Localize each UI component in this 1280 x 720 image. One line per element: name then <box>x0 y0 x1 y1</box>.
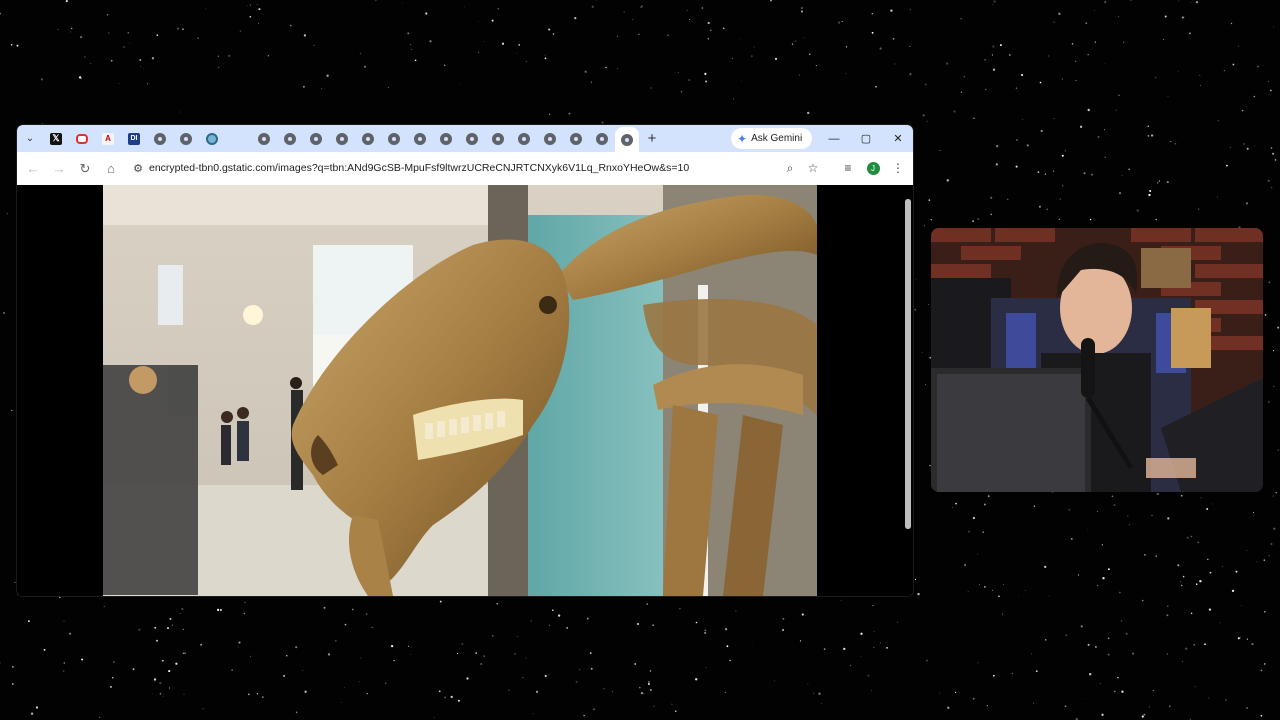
maximize-button[interactable]: ▢ <box>851 125 881 152</box>
menu-button[interactable]: ⋮ <box>887 156 909 180</box>
opera-icon <box>76 133 88 144</box>
zoom-button[interactable]: ⌕ <box>779 156 801 180</box>
globe-icon <box>388 132 400 145</box>
gemini-sparkle-icon: ✦ <box>737 131 748 146</box>
arrow-left-icon: ← <box>26 161 40 176</box>
tab[interactable] <box>173 125 199 152</box>
globe-icon <box>336 132 348 145</box>
globe-icon <box>492 132 504 145</box>
skeleton-photo <box>103 185 817 596</box>
arrow-right-icon: → <box>52 161 66 176</box>
star-icon: ☆ <box>807 161 819 175</box>
reading-list-icon: ≡ <box>844 161 852 175</box>
globe-icon <box>180 132 192 145</box>
page-scrollbar[interactable] <box>905 199 911 529</box>
page-viewport <box>17 185 913 596</box>
globe-icon <box>414 132 426 145</box>
chevron-down-icon: ⌄ <box>25 133 35 144</box>
globe-icon <box>466 132 478 145</box>
tab[interactable]: DI <box>121 125 147 152</box>
profile-button[interactable]: J <box>862 156 884 180</box>
tab[interactable] <box>459 125 485 152</box>
tab[interactable] <box>69 125 95 152</box>
tab[interactable]: 𝕏 <box>43 125 69 152</box>
site-info-icon[interactable]: ⚙ <box>127 162 149 175</box>
browser-toolbar: ← → ↻ ⌂ ⚙ encrypted-tbn0.gstatic.com/ima… <box>17 152 913 185</box>
home-icon: ⌂ <box>107 161 115 176</box>
wiki-icon <box>206 132 218 145</box>
tab-active[interactable] <box>615 127 639 152</box>
tab[interactable]: A <box>95 125 121 152</box>
reading-list-button[interactable]: ≡ <box>837 156 859 180</box>
home-button[interactable]: ⌂ <box>98 156 124 182</box>
tab[interactable] <box>277 125 303 152</box>
tab[interactable] <box>433 125 459 152</box>
tab[interactable] <box>199 125 225 152</box>
ask-gemini-button[interactable]: ✦ Ask Gemini <box>731 128 813 149</box>
webcam-overlay <box>931 228 1263 492</box>
globe-icon <box>154 132 166 145</box>
tab[interactable] <box>329 125 355 152</box>
minimize-button[interactable]: — <box>819 125 849 152</box>
tab-strip: ⌄ 𝕏 A DI + ✦ Ask Gemini — ▢ ✕ <box>17 125 913 152</box>
bookmark-button[interactable]: ☆ <box>802 156 824 180</box>
tab-search-button[interactable]: ⌄ <box>17 125 43 152</box>
globe-icon <box>310 132 322 145</box>
x-logo-icon: 𝕏 <box>50 132 62 145</box>
streamer-webcam-image <box>931 228 1263 492</box>
tab[interactable] <box>251 125 277 152</box>
wps-icon: A <box>102 132 114 145</box>
zoom-icon: ⌕ <box>786 160 794 175</box>
tab[interactable] <box>303 125 329 152</box>
globe-icon <box>362 132 374 145</box>
new-tab-button[interactable]: + <box>639 130 665 147</box>
globe-icon <box>518 132 530 145</box>
tab[interactable] <box>589 125 615 152</box>
address-bar[interactable]: ⚙ encrypted-tbn0.gstatic.com/images?q=tb… <box>127 156 827 180</box>
tab[interactable] <box>407 125 433 152</box>
back-button[interactable]: ← <box>20 156 46 182</box>
ask-gemini-label: Ask Gemini <box>751 133 803 144</box>
forward-button[interactable]: → <box>46 156 72 182</box>
browser-window: ⌄ 𝕏 A DI + ✦ Ask Gemini — ▢ ✕ ← → ↻ ⌂ ⚙ en… <box>17 125 913 596</box>
url-text: encrypted-tbn0.gstatic.com/images?q=tbn:… <box>149 162 690 174</box>
tab[interactable] <box>355 125 381 152</box>
globe-icon <box>258 132 270 145</box>
reload-icon: ↻ <box>79 160 91 176</box>
tab[interactable] <box>537 125 563 152</box>
di-icon: DI <box>128 132 140 145</box>
scrollbar-thumb[interactable] <box>905 199 911 529</box>
globe-icon <box>570 132 582 145</box>
kebab-menu-icon: ⋮ <box>892 161 904 175</box>
tab[interactable] <box>511 125 537 152</box>
globe-icon <box>284 132 296 145</box>
tab[interactable] <box>563 125 589 152</box>
tab[interactable] <box>485 125 511 152</box>
tab[interactable] <box>381 125 407 152</box>
globe-icon <box>596 132 608 145</box>
close-button[interactable]: ✕ <box>883 125 913 152</box>
avatar: J <box>866 161 880 175</box>
globe-icon <box>440 132 452 145</box>
tab-list: 𝕏 A DI <box>43 125 639 152</box>
reload-button[interactable]: ↻ <box>72 156 98 182</box>
tab[interactable] <box>147 125 173 152</box>
globe-icon <box>544 132 556 145</box>
globe-icon <box>621 133 633 146</box>
